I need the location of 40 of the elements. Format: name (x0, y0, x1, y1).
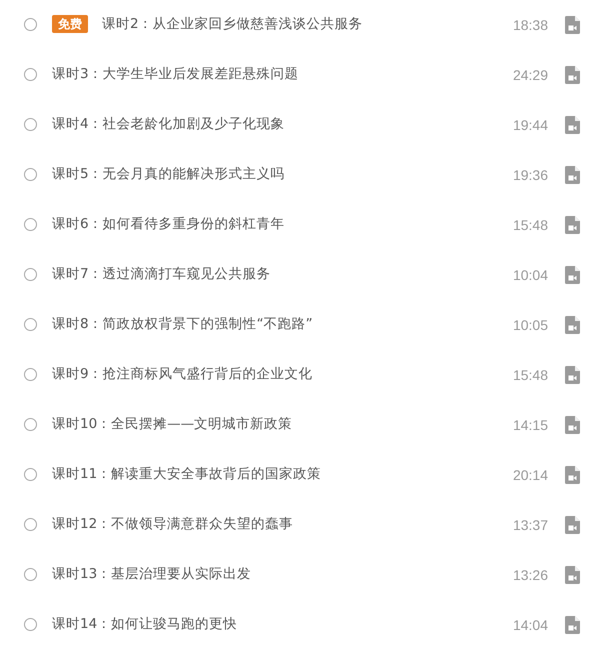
lesson-duration: 15:48 (512, 217, 548, 233)
video-file-icon (565, 116, 580, 134)
video-file-icon (565, 516, 580, 534)
video-file-icon (565, 66, 580, 84)
lesson-duration: 13:26 (512, 567, 548, 583)
lesson-title[interactable]: 课时13：基层治理要从实际出发 (52, 565, 513, 583)
lesson-title[interactable]: 课时4：社会老龄化加剧及少子化现象 (52, 115, 513, 133)
lesson-duration: 13:37 (512, 517, 548, 533)
lesson-duration: 14:15 (512, 417, 548, 433)
lesson-title[interactable]: 课时5：无会月真的能解决形式主义吗 (52, 165, 513, 183)
lesson-title[interactable]: 课时8：简政放权背景下的强制性“不跑路” (52, 315, 513, 333)
lesson-title[interactable]: 课时7：透过滴滴打车窥见公共服务 (52, 265, 513, 283)
lesson-duration: 14:04 (512, 617, 548, 633)
lesson-title[interactable]: 课时10：全民摆摊——文明城市新政策 (52, 415, 513, 433)
lesson-title[interactable]: 课时14：如何让骏马跑的更快 (52, 615, 513, 633)
lesson-title[interactable]: 课时3：大学生毕业后发展差距悬殊问题 (52, 65, 513, 83)
lesson-title[interactable]: 课时2：从企业家回乡做慈善浅谈公共服务 (102, 15, 513, 33)
video-file-icon (565, 566, 580, 584)
video-file-icon (565, 316, 580, 334)
video-file-icon (565, 216, 580, 234)
video-file-icon (565, 616, 580, 634)
lesson-title[interactable]: 课时9：抢注商标风气盛行背后的企业文化 (52, 365, 513, 383)
video-file-icon (565, 416, 580, 434)
lesson-title[interactable]: 课时12：不做领导满意群众失望的蠢事 (52, 515, 513, 533)
video-file-icon (565, 16, 580, 34)
lesson-duration: 24:29 (512, 67, 548, 83)
lesson-duration: 18:38 (512, 17, 548, 33)
lesson-duration: 10:05 (512, 317, 548, 333)
lesson-duration: 15:48 (512, 367, 548, 383)
lesson-duration: 19:44 (512, 117, 548, 133)
video-file-icon (565, 466, 580, 484)
lesson-duration: 20:14 (512, 467, 548, 483)
free-tag: 免费 (52, 15, 88, 33)
video-file-icon (565, 366, 580, 384)
video-file-icon (565, 166, 580, 184)
lesson-title[interactable]: 课时11：解读重大安全事故背后的国家政策 (52, 465, 513, 483)
video-file-icon (565, 266, 580, 284)
lesson-title[interactable]: 课时6：如何看待多重身份的斜杠青年 (52, 215, 513, 233)
lesson-duration: 10:04 (512, 267, 548, 283)
lesson-duration: 19:36 (512, 167, 548, 183)
